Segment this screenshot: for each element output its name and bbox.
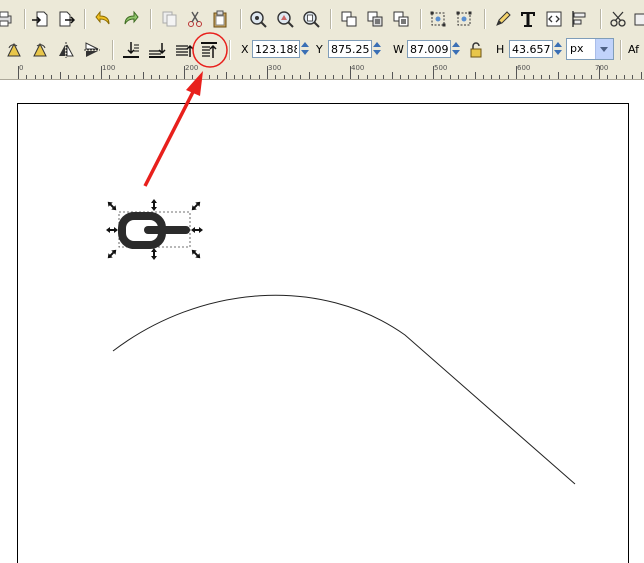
cut-icon[interactable] (185, 9, 205, 29)
x-input[interactable] (253, 41, 299, 57)
preferences-icon[interactable] (608, 9, 628, 29)
export-icon[interactable] (56, 9, 76, 29)
rotate-ccw-icon[interactable] (4, 40, 24, 60)
w-spinner[interactable] (451, 40, 462, 58)
handle-bottom-right (191, 249, 201, 259)
group-icon[interactable] (428, 9, 448, 29)
handle-top-right (191, 201, 201, 211)
zoom-selection-icon[interactable] (248, 9, 268, 29)
lower-icon[interactable] (147, 40, 167, 60)
fill-stroke-icon[interactable] (493, 9, 513, 29)
selected-object[interactable] (118, 212, 190, 249)
overflow-label: Af (628, 43, 640, 56)
overflow-icon[interactable] (632, 9, 644, 29)
undo-icon[interactable] (94, 9, 114, 29)
zoom-page-icon[interactable] (301, 9, 321, 29)
handle-middle-left (106, 227, 118, 233)
curve-path[interactable] (112, 294, 576, 485)
lock-ratio-icon[interactable] (466, 40, 486, 60)
text-font-icon[interactable] (518, 9, 538, 29)
ruler-label: 0 (19, 64, 24, 72)
paste-icon[interactable] (210, 9, 230, 29)
duplicate-icon[interactable] (339, 9, 359, 29)
command-toolbar (0, 0, 644, 37)
select-tool-controls: X Y W H px Af (0, 36, 644, 64)
unit-select[interactable]: px (566, 38, 614, 60)
flip-vertical-icon[interactable] (82, 40, 102, 60)
h-field[interactable] (509, 40, 553, 58)
h-spinner[interactable] (553, 40, 564, 58)
print-icon[interactable] (0, 9, 14, 29)
zoom-drawing-icon[interactable] (275, 9, 295, 29)
h-label: H (496, 43, 505, 56)
ruler-label: 500 (434, 64, 448, 72)
xml-editor-icon[interactable] (544, 9, 564, 29)
redo-icon[interactable] (120, 9, 140, 29)
ruler-label: 200 (185, 64, 199, 72)
w-field[interactable] (407, 40, 451, 58)
handle-top-center (151, 199, 157, 211)
lower-to-bottom-icon[interactable] (121, 40, 141, 60)
chevron-down-icon[interactable] (595, 39, 613, 59)
flip-horizontal-icon[interactable] (56, 40, 76, 60)
handle-top-left (107, 201, 117, 211)
h-input[interactable] (510, 41, 552, 57)
w-label: W (393, 43, 404, 56)
rotate-cw-icon[interactable] (30, 40, 50, 60)
y-input[interactable] (329, 41, 371, 57)
y-label: Y (316, 43, 323, 56)
import-icon[interactable] (30, 9, 50, 29)
x-field[interactable] (252, 40, 300, 58)
copy-icon[interactable] (160, 9, 180, 29)
drawing-canvas[interactable] (0, 80, 644, 563)
x-spinner[interactable] (300, 40, 311, 58)
ruler-ticks (18, 66, 642, 79)
y-spinner[interactable] (372, 40, 383, 58)
handle-bottom-center (151, 248, 157, 260)
raise-icon[interactable] (174, 40, 194, 60)
drawing-area[interactable] (0, 80, 644, 541)
ruler-label: 100 (102, 64, 116, 72)
ruler-label: 300 (268, 64, 282, 72)
ruler-label: 600 (517, 64, 531, 72)
ruler-label: 400 (351, 64, 365, 72)
ungroup-icon[interactable] (454, 9, 474, 29)
handle-bottom-left (107, 249, 117, 259)
horizontal-ruler[interactable]: 0 100 200 300 400 500 600 700 (0, 64, 644, 80)
align-distribute-icon[interactable] (570, 9, 590, 29)
raise-to-top-icon[interactable] (199, 40, 219, 60)
unit-value: px (570, 42, 584, 55)
unlink-clone-icon[interactable] (391, 9, 411, 29)
x-label: X (241, 43, 249, 56)
ruler-label: 700 (595, 64, 609, 72)
w-input[interactable] (408, 41, 450, 57)
clone-icon[interactable] (365, 9, 385, 29)
y-field[interactable] (328, 40, 372, 58)
handle-middle-right (191, 227, 203, 233)
